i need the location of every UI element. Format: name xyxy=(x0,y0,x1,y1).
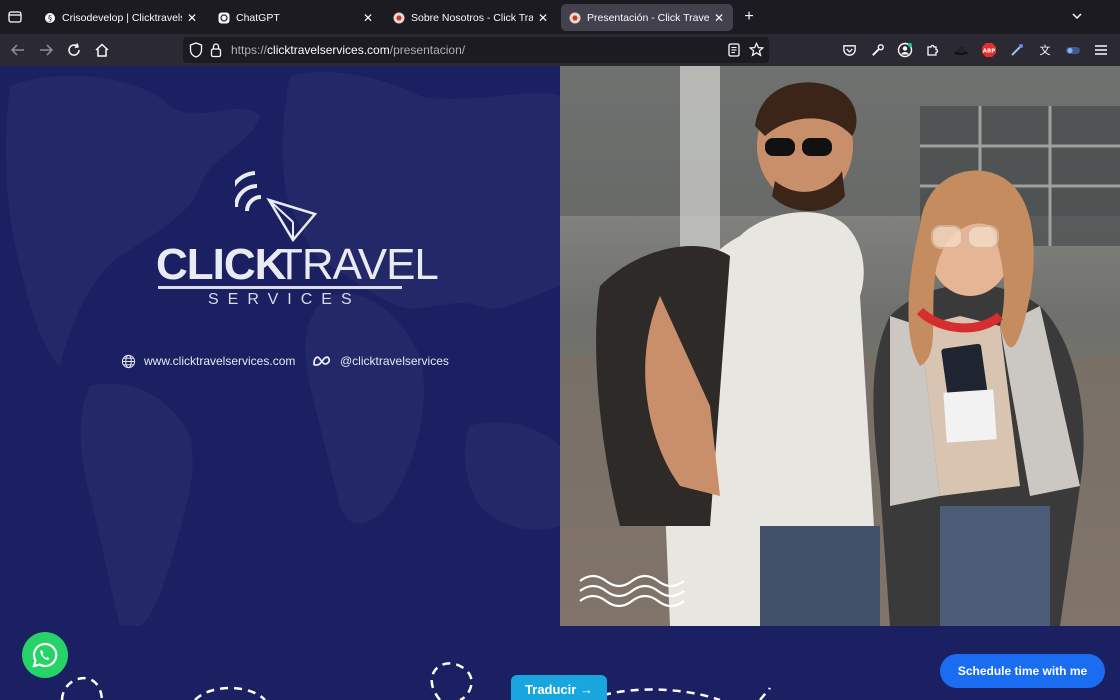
social-handle-text: @clicktravelservices xyxy=(340,354,449,368)
url-text: https://clicktravelservices.com/presenta… xyxy=(231,43,465,57)
logo-subtitle: SERVICES xyxy=(208,291,361,308)
pocket-button[interactable] xyxy=(840,41,858,59)
extension-toggle-button[interactable] xyxy=(1064,41,1082,59)
website-text: www.clicktravelservices.com xyxy=(144,354,296,368)
tab-chatgpt[interactable]: ChatGPT ✕ xyxy=(210,4,382,31)
hero-left-panel: CLICK TRAVEL SERVICES www.clicktravelser… xyxy=(0,66,560,626)
forward-button[interactable] xyxy=(37,41,55,59)
extension-dark-button[interactable] xyxy=(952,41,970,59)
address-bar[interactable]: https://clicktravelservices.com/presenta… xyxy=(183,37,769,63)
reader-view-icon[interactable] xyxy=(727,42,741,63)
globe-icon xyxy=(120,353,136,369)
tab-title: Presentación - Click Travel Serv xyxy=(587,11,709,24)
meta-icon xyxy=(312,353,332,369)
logo-divider xyxy=(158,286,402,289)
whatsapp-icon xyxy=(32,642,58,668)
translate-button[interactable]: Traducir → xyxy=(511,675,607,700)
logo-word-travel: TRAVEL xyxy=(276,240,439,289)
world-map-background xyxy=(5,72,560,626)
eyedropper-icon xyxy=(1011,44,1023,56)
toggle-icon xyxy=(1066,47,1080,54)
signal-plane-icon xyxy=(235,171,318,243)
tab-title: Sobre Nosotros - Click Travel Se xyxy=(411,11,533,24)
hamburger-menu-icon xyxy=(1095,45,1107,55)
close-tab-icon[interactable]: ✕ xyxy=(537,11,549,25)
extensions-button[interactable] xyxy=(924,41,942,59)
logo-word-click: CLICK xyxy=(156,240,286,289)
translate-icon: 文 xyxy=(1040,43,1051,57)
account-button[interactable] xyxy=(896,41,914,59)
website-contact: www.clicktravelservices.com xyxy=(120,353,295,369)
home-icon xyxy=(95,43,109,57)
tab-crisodevelop[interactable]: § Crisodevelop | Clicktravelservice ✕ xyxy=(36,4,206,31)
close-tab-icon[interactable]: ✕ xyxy=(362,11,374,25)
translate-extension-button[interactable]: 文 xyxy=(1036,41,1054,59)
chatgpt-icon xyxy=(218,12,230,24)
close-tab-icon[interactable]: ✕ xyxy=(713,11,725,25)
travelers-photo xyxy=(560,66,1120,626)
click-travel-logo: CLICK TRAVEL SERVICES xyxy=(150,166,439,316)
arrow-right-icon xyxy=(40,44,54,56)
reload-button[interactable] xyxy=(65,41,83,59)
hat-icon xyxy=(954,47,968,55)
account-icon xyxy=(897,42,913,58)
site-icon xyxy=(569,12,581,24)
back-button[interactable] xyxy=(9,41,27,59)
tab-overview-icon xyxy=(8,11,22,23)
tab-overview-button[interactable] xyxy=(0,0,30,34)
color-picker-button[interactable] xyxy=(1008,41,1026,59)
url-path: /presentacion/ xyxy=(389,43,466,57)
page-content: CLICK TRAVEL SERVICES www.clicktravelser… xyxy=(0,66,1120,700)
tab-sobre-nosotros[interactable]: Sobre Nosotros - Click Travel Se ✕ xyxy=(385,4,557,31)
browser-tab-bar: § Crisodevelop | Clicktravelservice ✕ Ch… xyxy=(0,0,1120,34)
tab-title: Crisodevelop | Clicktravelservice xyxy=(62,11,182,24)
svg-text:§: § xyxy=(48,14,52,23)
tab-title: ChatGPT xyxy=(236,11,280,24)
wordpress-icon: § xyxy=(44,12,56,24)
social-contact: @clicktravelservices xyxy=(312,353,449,369)
svg-text:ABP: ABP xyxy=(983,49,995,55)
browser-nav-bar: https://clicktravelservices.com/presenta… xyxy=(0,34,1120,66)
bookmark-star-icon[interactable] xyxy=(748,41,765,62)
arrow-left-icon xyxy=(10,44,24,56)
adblock-plus-button[interactable]: ABP xyxy=(980,41,998,59)
site-icon xyxy=(393,12,405,24)
chevron-down-icon xyxy=(1072,13,1082,20)
list-all-tabs-button[interactable] xyxy=(1070,9,1084,23)
puzzle-icon xyxy=(927,44,939,56)
pocket-icon xyxy=(842,44,856,56)
new-tab-button[interactable]: + xyxy=(740,8,758,26)
app-menu-button[interactable] xyxy=(1092,41,1110,59)
home-button[interactable] xyxy=(93,41,111,59)
whatsapp-button[interactable] xyxy=(22,632,68,678)
devtools-button[interactable] xyxy=(868,41,886,59)
svg-text:文: 文 xyxy=(1040,43,1051,57)
tracking-protection-icon[interactable] xyxy=(189,42,203,63)
adblock-icon: ABP xyxy=(982,43,996,57)
close-tab-icon[interactable]: ✕ xyxy=(186,11,198,25)
schedule-time-button[interactable]: Schedule time with me xyxy=(940,654,1105,688)
url-scheme: https:// xyxy=(231,43,268,57)
wrench-icon xyxy=(871,43,884,56)
reload-icon xyxy=(68,43,80,56)
lock-icon[interactable] xyxy=(210,42,222,63)
tab-presentacion[interactable]: Presentación - Click Travel Serv ✕ xyxy=(561,4,733,31)
url-host: clicktravelservices.com xyxy=(267,43,390,57)
